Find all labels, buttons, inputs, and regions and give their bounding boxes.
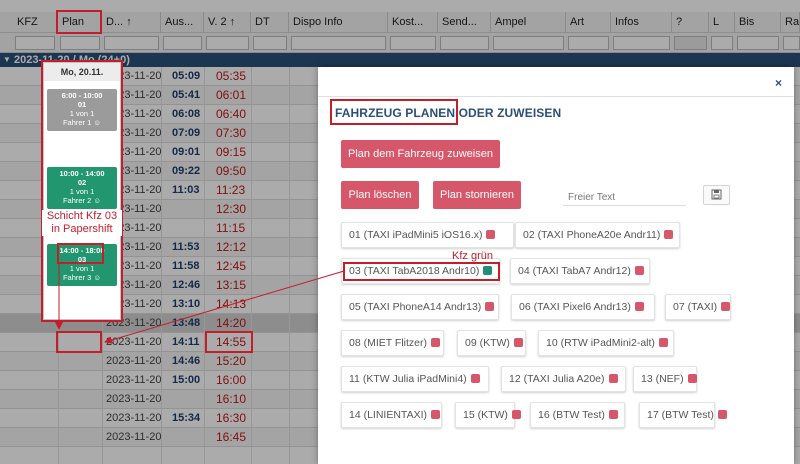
arrow-vehicle-to-cell <box>104 270 345 344</box>
annotation-arrows <box>55 264 345 344</box>
